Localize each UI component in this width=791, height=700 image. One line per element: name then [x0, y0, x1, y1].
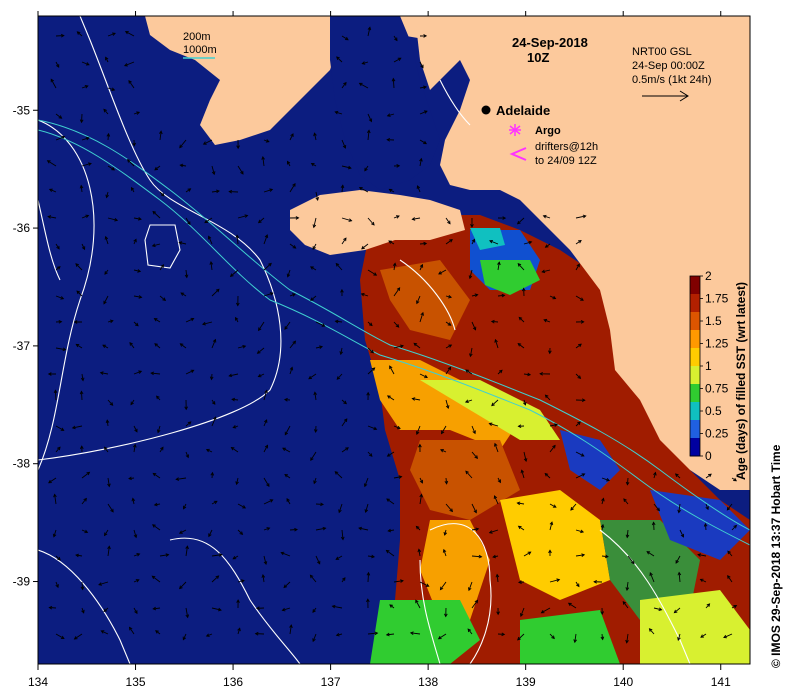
current-time-label: 24-Sep 00:00Z — [632, 60, 705, 72]
y-axis: -35 -36 -37 -38 -39 — [13, 103, 38, 589]
colorbar-tick-label: 0.25 — [705, 427, 729, 441]
colorbar-swatch — [690, 330, 700, 349]
credit-label: © IMOS 29-Sep-2018 13:37 Hobart Time — [769, 444, 783, 668]
colorbar-tick-label: 2 — [705, 269, 712, 283]
current-model-label: NRT00 GSL — [632, 46, 692, 58]
y-tick-label: -35 — [13, 103, 31, 117]
colorbar-tick-label: 1.25 — [705, 337, 729, 351]
colorbar-swatch — [690, 438, 700, 457]
time-label: 10Z — [527, 50, 549, 65]
y-tick-label: -39 — [13, 575, 31, 589]
x-tick-label: 140 — [613, 675, 633, 689]
bathy-1000m-label: 1000m — [183, 44, 217, 56]
colorbar-swatch — [690, 402, 700, 421]
date-label: 24-Sep-2018 — [512, 35, 588, 50]
colorbar-swatch — [690, 366, 700, 385]
x-tick-label: 138 — [418, 675, 438, 689]
map-area — [38, 16, 750, 664]
colorbar-tick-label: 1.5 — [705, 314, 722, 328]
x-tick-label: 141 — [711, 675, 731, 689]
argo-label: Argo — [535, 125, 561, 137]
adelaide-dot — [481, 105, 491, 115]
bathy-200m-label: 200m — [183, 31, 211, 43]
colorbar-tick-label: 1.75 — [705, 292, 729, 306]
colorbar-swatch — [690, 294, 700, 313]
argo-star-icon — [509, 124, 521, 136]
x-tick-label: 135 — [126, 675, 146, 689]
colorbar-tick-label: 0.5 — [705, 404, 722, 418]
x-tick-label: 139 — [516, 675, 536, 689]
colorbar-swatch — [690, 276, 700, 295]
x-tick-label: 134 — [28, 675, 48, 689]
colorbar-swatch — [690, 384, 700, 403]
adelaide-label: Adelaide — [496, 103, 550, 118]
current-scale-label: 0.5m/s (1kt 24h) — [632, 74, 711, 86]
colorbar-swatches — [690, 276, 700, 457]
drifter-label-2: to 24/09 12Z — [535, 155, 597, 167]
colorbar-title: Age (days) of filled SST (wrt latest) — [734, 282, 748, 480]
colorbar-tick-label: 0 — [705, 449, 712, 463]
x-tick-label: 136 — [223, 675, 243, 689]
colorbar-swatch — [690, 312, 700, 331]
y-tick-label: -36 — [13, 221, 31, 235]
y-tick-label: -38 — [13, 457, 31, 471]
drifter-label-1: drifters@12h — [535, 141, 598, 153]
sst-age-map-figure: 200m 1000m 24-Sep-2018 10Z NRT00 GSL 24-… — [13, 11, 783, 689]
colorbar-tick-label: 0.75 — [705, 382, 729, 396]
x-tick-label: 137 — [321, 675, 341, 689]
colorbar-swatch — [690, 420, 700, 439]
y-tick-label: -37 — [13, 339, 31, 353]
colorbar-tick-label: 1 — [705, 359, 712, 373]
colorbar-swatch — [690, 348, 700, 367]
